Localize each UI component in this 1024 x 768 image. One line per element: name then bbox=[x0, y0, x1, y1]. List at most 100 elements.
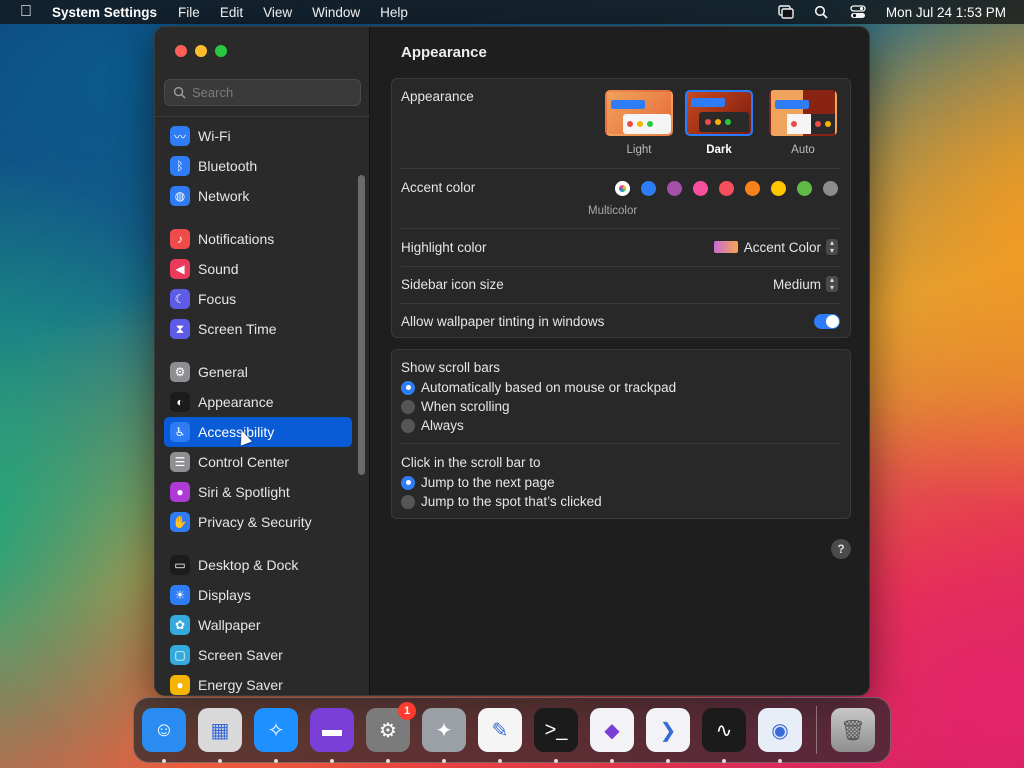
chromium-icon[interactable]: ◉ bbox=[758, 708, 802, 763]
accent-swatch-2[interactable] bbox=[667, 181, 682, 196]
menu-view[interactable]: View bbox=[263, 5, 292, 20]
menu-edit[interactable]: Edit bbox=[220, 5, 243, 20]
sidebar-item-desktop-dock[interactable]: ▭ Desktop & Dock bbox=[164, 550, 352, 580]
sidebar-item-screen-saver[interactable]: ▢ Screen Saver bbox=[164, 640, 352, 670]
help-button[interactable]: ? bbox=[831, 539, 851, 559]
hand-icon: ✋ bbox=[170, 512, 190, 532]
sidebar-item-label: Control Center bbox=[198, 454, 290, 470]
accent-swatch-1[interactable] bbox=[641, 181, 656, 196]
radio-button[interactable] bbox=[401, 475, 415, 490]
sidebar-item-accessibility[interactable]: ♿ Accessibility bbox=[164, 417, 352, 447]
highlight-color-popup[interactable]: Accent Color ▴ ▾ bbox=[713, 239, 838, 255]
sidebar-item-label: Notifications bbox=[198, 231, 275, 247]
sidebar-item-energy-saver[interactable]: ● Energy Saver bbox=[164, 670, 352, 695]
minimize-window-button[interactable] bbox=[195, 45, 207, 57]
close-window-button[interactable] bbox=[175, 45, 187, 57]
accent-swatch-6[interactable] bbox=[771, 181, 786, 196]
menu-help[interactable]: Help bbox=[380, 5, 408, 20]
appearance-option-auto[interactable]: Auto bbox=[768, 90, 838, 156]
sidebar-item-general[interactable]: ⚙ General bbox=[164, 357, 352, 387]
radio-button[interactable] bbox=[401, 380, 415, 395]
sidebar-item-label: Screen Time bbox=[198, 321, 277, 337]
dock-icon: ▭ bbox=[170, 555, 190, 575]
page-title: Appearance bbox=[401, 44, 487, 61]
sun-icon: ☀ bbox=[170, 585, 190, 605]
menu-file[interactable]: File bbox=[178, 5, 200, 20]
simulator-icon[interactable]: ▬ bbox=[310, 708, 354, 763]
sidebar-item-network[interactable]: ◍ Network bbox=[164, 181, 352, 211]
sidebar-item-siri-spotlight[interactable]: ● Siri & Spotlight bbox=[164, 477, 352, 507]
radio-jump-to-spot[interactable]: Jump to the spot that’s clicked bbox=[401, 494, 602, 509]
terminal-icon[interactable]: >_ bbox=[534, 708, 578, 763]
screen-mirroring-icon[interactable] bbox=[778, 5, 794, 19]
system-settings-icon[interactable]: ⚙ 1 bbox=[366, 702, 416, 763]
sidebar-item-control-center[interactable]: ☰ Control Center bbox=[164, 447, 352, 477]
spotlight-search-icon[interactable] bbox=[814, 5, 830, 19]
running-indicator bbox=[386, 759, 390, 763]
accent-swatch-3[interactable] bbox=[693, 181, 708, 196]
radio-scroll-when-scrolling[interactable]: When scrolling bbox=[401, 399, 510, 414]
accent-swatch-8[interactable] bbox=[823, 181, 838, 196]
radio-label: Jump to the next page bbox=[421, 475, 555, 490]
row-divider bbox=[401, 228, 841, 229]
sidebar-item-notifications[interactable]: ♪ Notifications bbox=[164, 224, 352, 254]
radio-button[interactable] bbox=[401, 494, 415, 509]
appearance-auto-label: Auto bbox=[791, 144, 815, 156]
sidebar-item-displays[interactable]: ☀ Displays bbox=[164, 580, 352, 610]
sidebar-item-label: Network bbox=[198, 188, 250, 204]
auto-thumbnail bbox=[769, 90, 837, 136]
radio-button[interactable] bbox=[401, 399, 415, 414]
sidebar-scrollbar[interactable] bbox=[358, 175, 365, 475]
wallpaper-tinting-toggle[interactable] bbox=[814, 314, 840, 329]
sidebar-item-label: Focus bbox=[198, 291, 237, 307]
accent-swatch-7[interactable] bbox=[797, 181, 812, 196]
sidebar-item-sound[interactable]: ◀ Sound bbox=[164, 254, 352, 284]
apple-menu-icon[interactable]:  bbox=[0, 3, 52, 21]
sidebar-list: 〰 Wi-Fi ᛒ Bluetooth ◍ Network ♪ Notifications ◀ S… bbox=[164, 121, 352, 695]
screen-saver-icon: ▢ bbox=[170, 645, 190, 665]
radio-button[interactable] bbox=[401, 418, 415, 433]
show-scroll-bars-label: Show scroll bars bbox=[401, 360, 501, 375]
sidebar-item-label: Appearance bbox=[198, 394, 274, 410]
sidebar: 〰 Wi-Fi ᛒ Bluetooth ◍ Network ♪ Notifications ◀ S… bbox=[155, 27, 370, 695]
radio-scroll-always[interactable]: Always bbox=[401, 418, 464, 433]
radio-jump-next-page[interactable]: Jump to the next page bbox=[401, 475, 555, 490]
appearance-option-dark[interactable]: Dark bbox=[684, 90, 754, 156]
automator-icon[interactable]: ✦ bbox=[422, 708, 466, 763]
app-name-menu[interactable]: System Settings bbox=[52, 5, 157, 20]
finder-icon[interactable]: ☺ bbox=[142, 708, 186, 763]
vscode-icon[interactable]: ❯ bbox=[646, 708, 690, 763]
sidebar-item-appearance[interactable]: ◐ Appearance bbox=[164, 387, 352, 417]
sidebar-item-screen-time[interactable]: ⧗ Screen Time bbox=[164, 314, 352, 344]
menubar-clock[interactable]: Mon Jul 24 1:53 PM bbox=[886, 5, 1006, 20]
search-input[interactable] bbox=[192, 85, 352, 100]
control-center-icon: ☰ bbox=[170, 452, 190, 472]
click-scroll-bar-label: Click in the scroll bar to bbox=[401, 455, 541, 470]
accent-color-label: Accent color bbox=[401, 180, 476, 195]
appearance-settings-group: Appearance Light Dark Auto Accent color … bbox=[391, 78, 851, 338]
sidebar-item-privacy-security[interactable]: ✋ Privacy & Security bbox=[164, 507, 352, 537]
activity-monitor-icon[interactable]: ∿ bbox=[702, 708, 746, 763]
zoom-window-button[interactable] bbox=[215, 45, 227, 57]
sidebar-icon-size-label: Sidebar icon size bbox=[401, 277, 504, 292]
textedit-icon[interactable]: ✎ bbox=[478, 708, 522, 763]
trash-icon[interactable]: 🗑 bbox=[831, 708, 875, 752]
speaker-icon: ◀ bbox=[170, 259, 190, 279]
control-center-menubar-icon[interactable] bbox=[850, 5, 866, 19]
launchpad-icon[interactable]: ▦ bbox=[198, 708, 242, 763]
sidebar-item-bluetooth[interactable]: ᛒ Bluetooth bbox=[164, 151, 352, 181]
appearance-option-light[interactable]: Light bbox=[604, 90, 674, 156]
sidebar-item-wi-fi[interactable]: 〰 Wi-Fi bbox=[164, 121, 352, 151]
sidebar-item-wallpaper[interactable]: ✿ Wallpaper bbox=[164, 610, 352, 640]
search-field[interactable] bbox=[164, 79, 361, 106]
accent-swatch-4[interactable] bbox=[719, 181, 734, 196]
menu-window[interactable]: Window bbox=[312, 5, 360, 20]
sidebar-icon-size-popup[interactable]: Medium ▴ ▾ bbox=[773, 276, 838, 292]
accent-swatch-5[interactable] bbox=[745, 181, 760, 196]
accent-swatch-multicolor[interactable] bbox=[615, 181, 630, 196]
sidebar-item-focus[interactable]: ☾ Focus bbox=[164, 284, 352, 314]
safari-icon[interactable]: ✧ bbox=[254, 708, 298, 763]
radio-scroll-automatic[interactable]: Automatically based on mouse or trackpad bbox=[401, 380, 676, 395]
visual-studio-icon[interactable]: ◆ bbox=[590, 708, 634, 763]
moon-icon: ☾ bbox=[170, 289, 190, 309]
